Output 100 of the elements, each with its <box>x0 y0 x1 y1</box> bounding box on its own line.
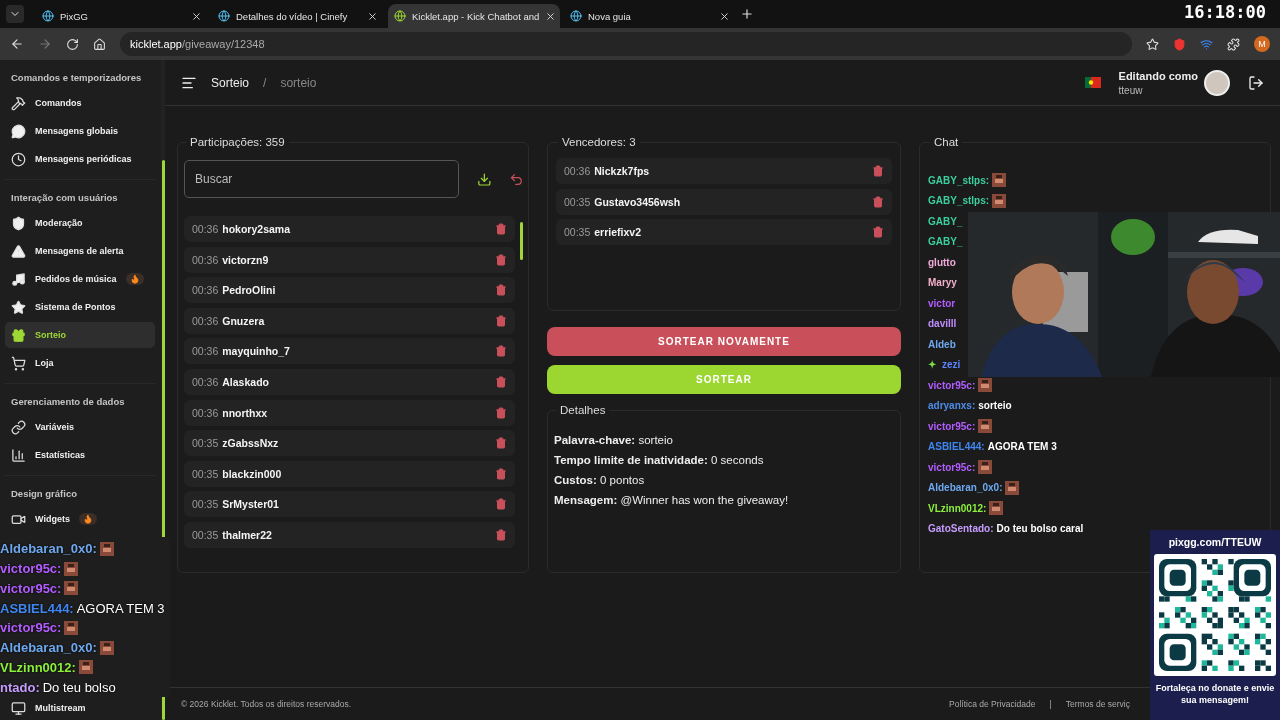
sidebar-item[interactable]: Mensagens globais <box>5 118 155 144</box>
search-field[interactable]: Buscar <box>184 160 459 198</box>
section-title: Interação com usuários <box>10 191 119 205</box>
breadcrumb-current: sorteio <box>280 75 317 90</box>
section-title: Gerenciamento de dados <box>10 395 126 409</box>
entry-time: 00:36 <box>564 165 591 177</box>
section-title: Design gráfico <box>10 487 78 501</box>
sidebar-item[interactable]: Sorteio <box>5 322 155 348</box>
chat-message: AGORA TEM 3 <box>987 441 1057 453</box>
entry-time: 00:36 <box>192 375 219 388</box>
sidebar-item[interactable]: Mensagens de alerta <box>5 238 155 264</box>
chat-username: ASBIEL444: <box>928 441 985 453</box>
chat-message: sorteio <box>978 400 1012 412</box>
panel-title: Participações: 359 <box>189 136 286 148</box>
sidebar-item[interactable]: Loja <box>5 350 155 376</box>
panel-title: Detalhes <box>559 404 607 416</box>
privacy-link[interactable]: Política de Privacidade <box>949 699 1036 709</box>
sidebar-item[interactable]: Estatísticas <box>5 442 155 468</box>
sidebar-item[interactable]: Moderação <box>5 210 155 236</box>
overlay-chat-username: ASBIEL444: <box>0 600 74 616</box>
chat-username: Aldebaran_0x0: <box>928 482 1003 494</box>
chat-username: victor <box>928 297 956 309</box>
address-field[interactable]: kicklet.app/giveaway/12348 <box>120 32 1132 56</box>
winner-name: erriefixv2 <box>594 226 642 239</box>
chat-username: VLzinn0012: <box>928 502 987 514</box>
participant-name: SrMyster01 <box>222 498 280 511</box>
chat-username: GatoSentado: <box>928 523 994 535</box>
chat-username: Aldeb <box>928 338 956 350</box>
chat-username: victor95c: <box>928 379 976 391</box>
overlay-chat-username: ntado: <box>0 679 40 695</box>
entry-time: 00:36 <box>192 223 219 235</box>
panel-title: Vencedores: 3 <box>561 136 637 148</box>
chat-username: GABY_stlps: <box>928 195 990 207</box>
winner-name: Nickzk7fps <box>594 165 651 177</box>
username: tteuw <box>1118 84 1144 96</box>
sidebar-item[interactable]: Multistream <box>5 698 155 718</box>
panel-title: Chat <box>933 136 960 148</box>
chat-username: GABY_ <box>928 236 963 248</box>
participant-name: thalmer22 <box>222 528 273 541</box>
entry-time: 00:35 <box>192 437 219 450</box>
browser-tab[interactable]: Nova guia <box>564 4 736 28</box>
participant-name: victorzn9 <box>222 253 270 266</box>
entry-time: 00:36 <box>192 345 219 358</box>
browser-tab[interactable]: Kicklet.app - Kick Chatbot and <box>388 4 560 28</box>
entry-time: 00:35 <box>564 226 591 239</box>
entry-time: 00:35 <box>564 195 591 208</box>
browser-tab[interactable]: Detalhes do vídeo | Cinefy <box>212 4 384 28</box>
sidebar-item[interactable]: Mensagens periódicas <box>5 146 155 172</box>
overlay-chat-message: AGORA TEM 3 <box>76 600 165 616</box>
sidebar-item[interactable]: Variáveis <box>5 414 155 440</box>
participant-name: Gnuzera <box>222 314 266 327</box>
editing-label: Editando como <box>1118 69 1198 82</box>
chat-username: adryanxs: <box>928 400 976 412</box>
entry-time: 00:35 <box>192 528 219 541</box>
overlay-chat-username: VLzinn0012: <box>0 659 76 675</box>
participant-name: zGabssNxz <box>222 437 280 450</box>
chat-username: GABY_ <box>928 215 963 227</box>
chat-username: victor95c: <box>928 420 976 432</box>
entry-time: 00:36 <box>192 314 219 327</box>
clock: 16:18:00 <box>1184 2 1266 22</box>
browser-tab[interactable]: PixGG <box>36 4 208 28</box>
copyright-text: © 2026 Kicklet. Todos os direitos reservados. <box>181 699 352 709</box>
breadcrumb-link[interactable]: Sorteio <box>211 75 250 90</box>
sidebar-item[interactable]: Sistema de Pontos <box>5 294 155 320</box>
terms-link[interactable]: Termos de serviç <box>1065 699 1130 709</box>
chat-username: zezi <box>942 359 961 371</box>
participant-name: blackzin000 <box>222 467 283 480</box>
profile-avatar[interactable]: M <box>1254 36 1270 52</box>
winner-name: Gustavo3456wsh <box>594 195 682 208</box>
detail-line: Custos: 0 pontos <box>554 473 646 488</box>
entry-time: 00:35 <box>192 498 219 511</box>
chat-username: victor95c: <box>928 461 976 473</box>
overlay-chat-username: victor95c: <box>0 561 62 577</box>
donation-url: pixgg.com/TTEUW <box>1168 536 1262 548</box>
chat-username: GABY_stlps: <box>928 174 990 186</box>
chat-username: glutto <box>928 256 956 268</box>
participant-name: mayquinho_7 <box>222 345 291 358</box>
chat-message: Do teu bolso caral <box>996 523 1084 535</box>
detail-line: Palavra-chave: sorteio <box>554 433 674 448</box>
overlay-chat-message: Do teu bolso <box>42 679 116 695</box>
participant-name: nnorthxx <box>222 406 269 419</box>
sidebar-item[interactable]: Pedidos de música <box>5 266 155 292</box>
breadcrumb-separator: / <box>263 75 267 90</box>
entry-time: 00:36 <box>192 284 219 297</box>
section-title: Comandos e temporizadores <box>10 71 143 85</box>
footer-separator: | <box>1049 699 1052 709</box>
detail-line: Tempo limite de inatividade: 0 seconds <box>554 453 765 468</box>
detail-line: Mensagem: @Winner has won the giveaway! <box>554 493 790 508</box>
sidebar-item[interactable]: Comandos <box>5 90 155 116</box>
entry-time: 00:36 <box>192 406 219 419</box>
badge-icon: ✦ <box>928 359 936 371</box>
participant-name: Alaskado <box>222 375 270 388</box>
overlay-chat-username: Aldebaran_0x0: <box>0 541 97 557</box>
overlay-chat-username: victor95c: <box>0 580 62 596</box>
entry-time: 00:36 <box>192 253 219 266</box>
participant-name: hokory2sama <box>222 223 291 235</box>
redraw-button[interactable]: SORTEAR NOVAMENTE <box>547 327 901 356</box>
sidebar-item[interactable]: Widgets <box>5 506 155 532</box>
entry-time: 00:35 <box>192 467 219 480</box>
chat-username: davilll <box>928 318 957 330</box>
